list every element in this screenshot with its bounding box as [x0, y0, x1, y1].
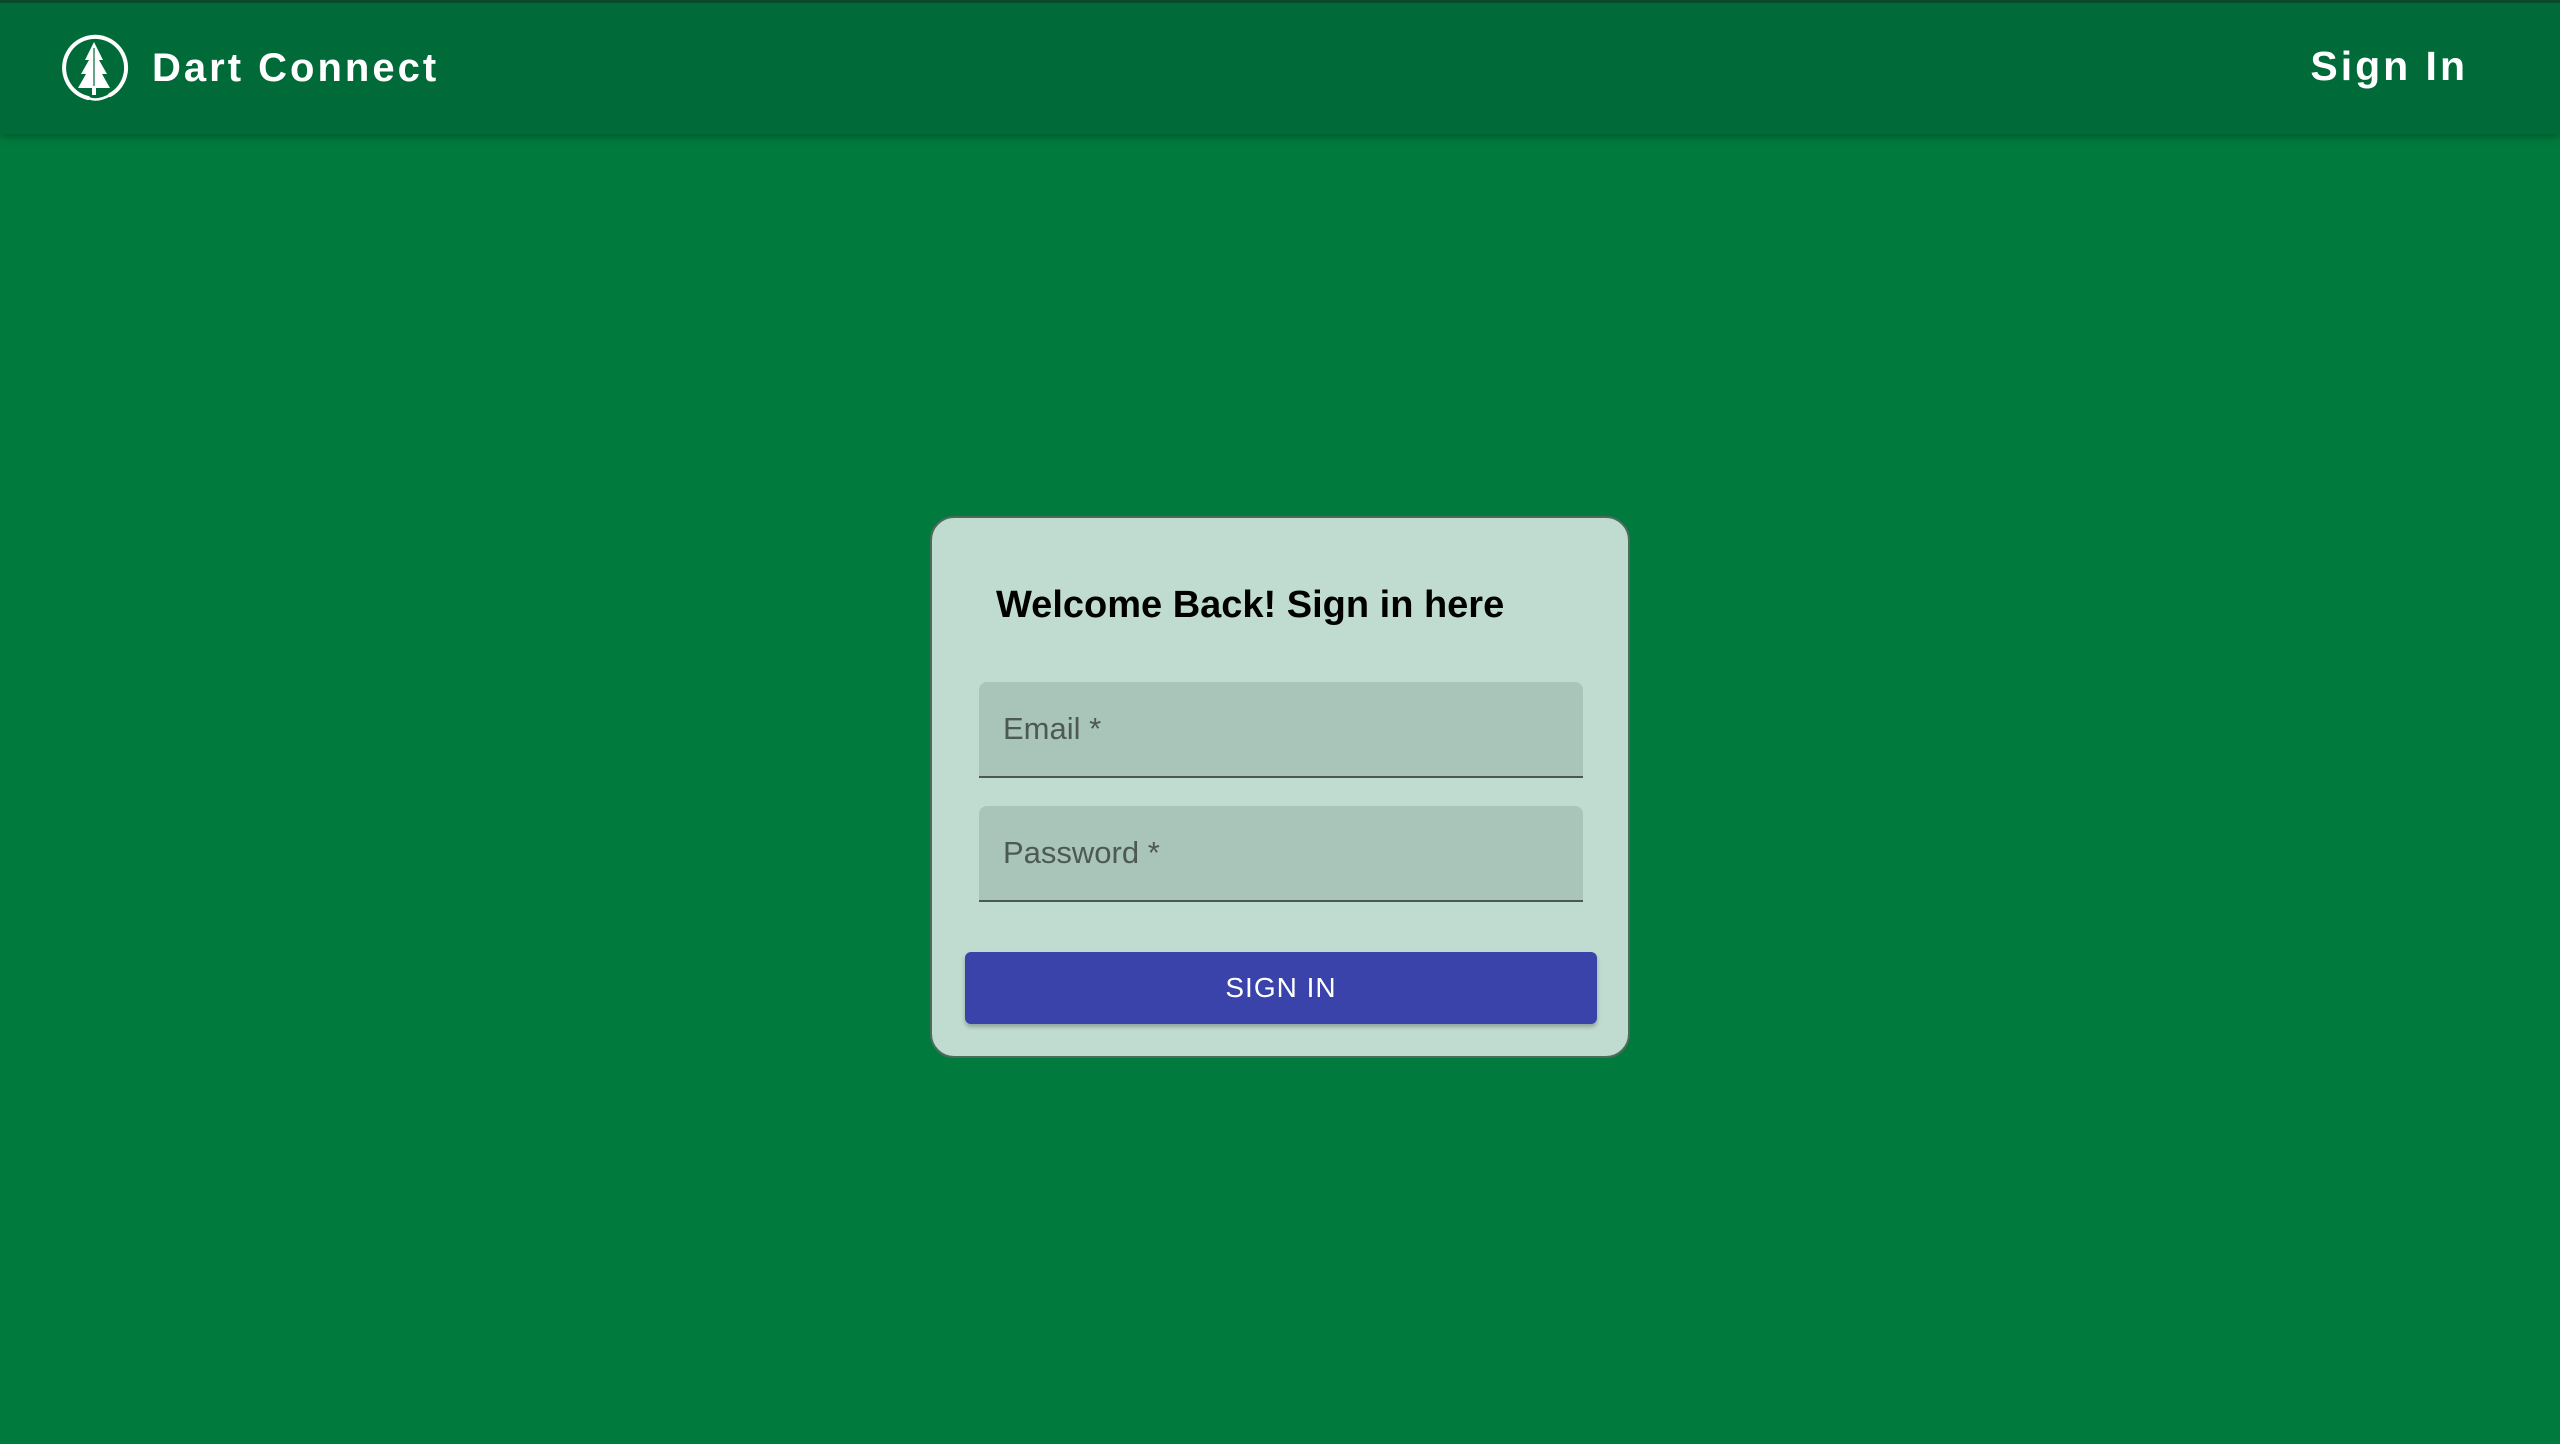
brand[interactable]: Dart Connect — [58, 31, 439, 105]
login-card: Welcome Back! Sign in here SIGN IN — [930, 516, 1630, 1058]
top-navbar: Dart Connect Sign In — [0, 0, 2560, 134]
email-field[interactable] — [979, 682, 1583, 778]
dartmouth-pine-icon — [62, 34, 129, 101]
password-field[interactable] — [979, 806, 1583, 902]
password-input[interactable] — [979, 806, 1583, 900]
brand-name: Dart Connect — [152, 45, 440, 90]
email-input[interactable] — [979, 682, 1583, 776]
nav-signin-link[interactable]: Sign In — [2310, 43, 2468, 90]
login-title: Welcome Back! Sign in here — [996, 584, 1505, 626]
sign-in-button[interactable]: SIGN IN — [965, 952, 1597, 1024]
